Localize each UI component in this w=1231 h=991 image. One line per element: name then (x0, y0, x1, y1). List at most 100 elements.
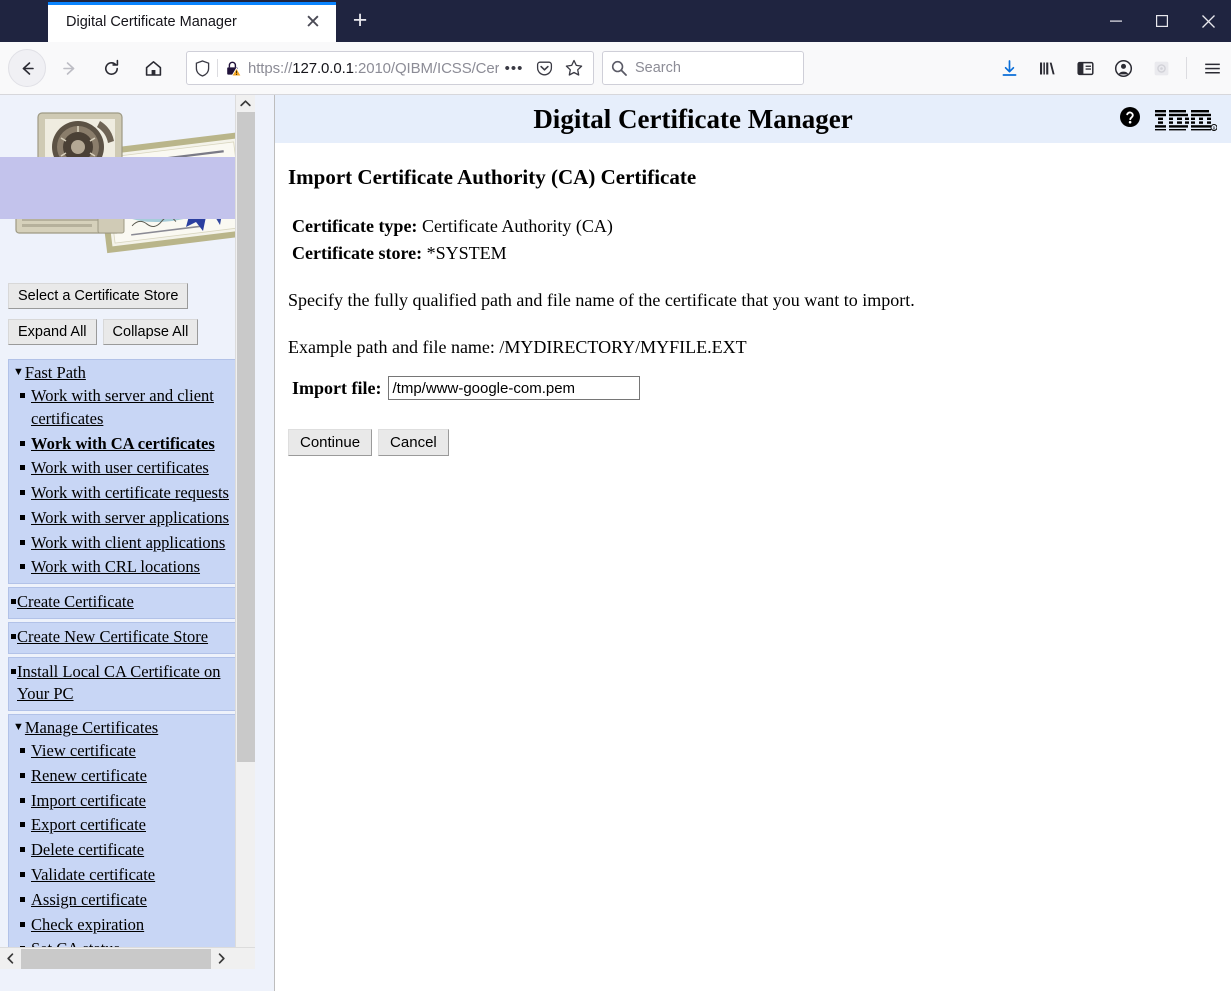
nav-item-label[interactable]: Create New Certificate Store (17, 627, 208, 646)
import-file-row: Import file: (288, 376, 1231, 400)
nav-item-delete-certificate[interactable]: Delete certificate (9, 838, 246, 863)
nav-item-work-server-client[interactable]: Work with server and client certificates (9, 384, 246, 432)
nav-item-create-new-certificate-store[interactable]: Create New Certificate Store (9, 625, 246, 650)
nav-item-work-client-applications[interactable]: Work with client applications (9, 531, 246, 556)
import-file-input[interactable] (388, 376, 641, 400)
bullet-icon (20, 872, 25, 878)
nav-item-label[interactable]: Delete certificate (31, 840, 144, 859)
nav-item-label[interactable]: Export certificate (31, 815, 146, 834)
nav-item-label[interactable]: Work with CRL locations (31, 557, 200, 576)
nav-section-header-manage-certificates[interactable]: ▼ Manage Certificates (9, 717, 246, 739)
maximize-icon[interactable] (1139, 0, 1185, 42)
nav-item-label[interactable]: Work with certificate requests (31, 483, 229, 502)
nav-item-work-user-certificates[interactable]: Work with user certificates (9, 456, 246, 481)
scroll-left-icon[interactable] (0, 948, 21, 969)
nav-scroll-thumb[interactable] (237, 112, 255, 762)
chevron-down-icon: ▼ (13, 366, 24, 378)
tab-title: Digital Certificate Manager (66, 14, 237, 30)
nav-item-label[interactable]: View certificate (31, 741, 136, 760)
cancel-button[interactable]: Cancel (378, 429, 449, 456)
page-actions-icon[interactable]: ••• (499, 54, 529, 82)
example-path-text: Example path and file name: /MYDIRECTORY… (288, 337, 747, 357)
sidebar-toggle-icon[interactable] (1066, 49, 1104, 87)
shield-icon[interactable] (187, 59, 217, 77)
insecure-lock-icon[interactable] (218, 60, 248, 77)
url-prefix: https:// (248, 59, 293, 77)
scroll-up-icon[interactable] (236, 95, 255, 112)
bullet-icon (20, 465, 25, 471)
nav-item-label[interactable]: Work with CA certificates (31, 434, 215, 453)
reload-icon[interactable] (92, 49, 130, 87)
nav-item-label[interactable]: Import certificate (31, 791, 146, 810)
nav-item-work-ca-certificates[interactable]: Work with CA certificates (9, 432, 246, 457)
bullet-icon (20, 772, 25, 778)
nav-item-assign-certificate[interactable]: Assign certificate (9, 888, 246, 913)
nav-item-label[interactable]: Create Certificate (17, 592, 134, 611)
pocket-icon[interactable] (529, 54, 559, 82)
account-icon[interactable] (1104, 49, 1142, 87)
close-window-icon[interactable] (1185, 0, 1231, 42)
nav-section-link[interactable]: Manage Certificates (25, 718, 158, 738)
header-icons: R (1119, 95, 1217, 143)
new-tab-icon[interactable]: + (340, 2, 380, 42)
nav-item-view-certificate[interactable]: View certificate (9, 739, 246, 764)
bullet-icon (20, 539, 25, 545)
bullet-icon (20, 797, 25, 803)
select-store-row: Select a Certificate Store (0, 275, 255, 309)
nav-item-label[interactable]: Work with client applications (31, 533, 225, 552)
nav-item-install-local-ca-certificate[interactable]: Install Local CA Certificate on Your PC (9, 660, 246, 708)
nav-item-label[interactable]: Validate certificate (31, 865, 155, 884)
nav-section-link[interactable]: Fast Path (25, 363, 86, 383)
nav-item-check-expiration[interactable]: Check expiration (9, 913, 246, 938)
browser-titlebar: Digital Certificate Manager ✕ + (0, 0, 1231, 42)
collapse-all-button[interactable]: Collapse All (102, 319, 199, 345)
nav-item-label[interactable]: Install Local CA Certificate on Your PC (17, 662, 220, 704)
nav-vertical-scrollbar[interactable] (235, 95, 255, 969)
scroll-right-icon[interactable] (211, 948, 232, 969)
nav-item-renew-certificate[interactable]: Renew certificate (9, 764, 246, 789)
nav-item-work-crl-locations[interactable]: Work with CRL locations (9, 555, 246, 580)
search-bar[interactable]: Search (602, 51, 804, 85)
chevron-down-icon: ▼ (13, 721, 24, 734)
nav-item-label[interactable]: Work with server and client certificates (31, 386, 214, 428)
bullet-icon (11, 599, 16, 605)
downloads-icon[interactable] (990, 49, 1028, 87)
toolbar-separator (1186, 57, 1187, 79)
browser-window: Digital Certificate Manager ✕ + https://… (0, 0, 1231, 991)
nav-item-work-server-applications[interactable]: Work with server applications (9, 506, 246, 531)
minimize-icon[interactable] (1093, 0, 1139, 42)
back-icon[interactable] (8, 49, 46, 87)
expand-all-button[interactable]: Expand All (8, 319, 97, 345)
nav-group-install-local-ca: Install Local CA Certificate on Your PC (8, 656, 247, 712)
nav-item-label[interactable]: Renew certificate (31, 766, 147, 785)
help-icon[interactable] (1119, 106, 1141, 133)
nav-item-create-certificate[interactable]: Create Certificate (9, 590, 246, 615)
certificate-store-value: *SYSTEM (426, 243, 507, 263)
nav-item-export-certificate[interactable]: Export certificate (9, 813, 246, 838)
nav-hscroll-thumb[interactable] (21, 948, 211, 969)
nav-item-validate-certificate[interactable]: Validate certificate (9, 863, 246, 888)
bullet-icon (20, 440, 25, 446)
nav-item-import-certificate[interactable]: Import certificate (9, 789, 246, 814)
page-title: Import Certificate Authority (CA) Certif… (288, 165, 697, 189)
bookmark-star-icon[interactable] (559, 54, 589, 82)
browser-tab-active[interactable]: Digital Certificate Manager ✕ (48, 2, 336, 42)
library-icon[interactable] (1028, 49, 1066, 87)
nav-item-label[interactable]: Work with server applications (31, 508, 229, 527)
close-tab-icon[interactable]: ✕ (296, 5, 330, 39)
nav-item-work-certificate-requests[interactable]: Work with certificate requests (9, 481, 246, 506)
nav-item-label[interactable]: Assign certificate (31, 890, 147, 909)
certificate-type-row: Certificate type: Certificate Authority … (292, 216, 1231, 237)
nav-item-label[interactable]: Check expiration (31, 915, 144, 934)
select-certificate-store-button[interactable]: Select a Certificate Store (8, 283, 189, 309)
continue-button[interactable]: Continue (288, 429, 373, 456)
url-bar[interactable]: https://127.0.0.1:2010/QIBM/ICSS/Cert/Ad… (186, 51, 594, 85)
certificate-store-label: Certificate store: (292, 243, 423, 263)
nav-item-label[interactable]: Work with user certificates (31, 458, 209, 477)
nav-horizontal-scrollbar[interactable] (0, 947, 255, 969)
home-icon[interactable] (134, 49, 172, 87)
url-host: 127.0.0.1 (292, 59, 354, 77)
nav-section-header-fast-path[interactable]: ▼ Fast Path (9, 362, 246, 384)
hamburger-menu-icon[interactable] (1193, 49, 1231, 87)
forward-icon (50, 49, 88, 87)
